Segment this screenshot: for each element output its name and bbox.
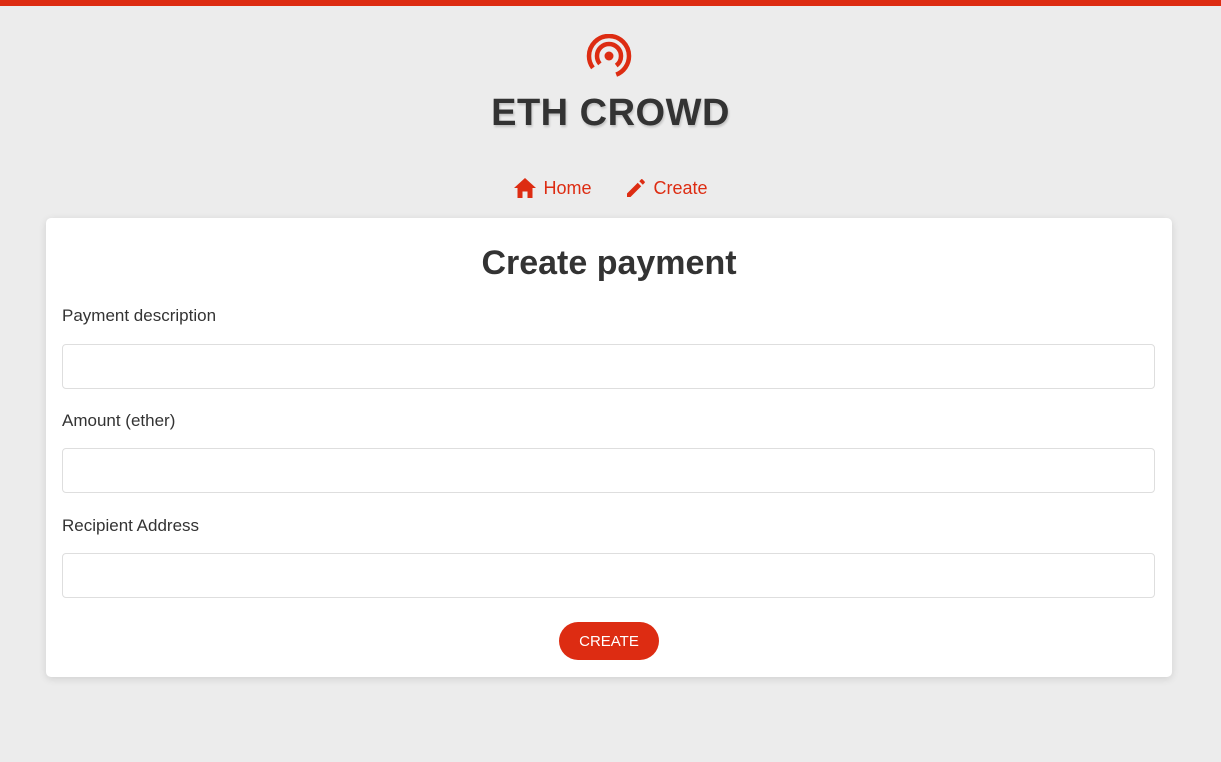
top-accent-bar xyxy=(0,0,1221,6)
nav-item-label: Home xyxy=(543,177,592,198)
amount-input[interactable] xyxy=(62,448,1155,493)
broadcast-signal-icon xyxy=(586,34,632,79)
page-title: Create payment xyxy=(481,244,737,282)
recipient-address-input[interactable] xyxy=(62,553,1155,598)
amount-label: Amount (ether) xyxy=(62,411,176,430)
app-title: ETH CROWD xyxy=(491,92,730,134)
nav-item-create[interactable]: Create xyxy=(625,174,708,202)
pencil-icon xyxy=(627,179,646,197)
create-button[interactable]: CREATE xyxy=(559,622,659,660)
home-icon xyxy=(514,178,537,198)
nav-item-label: Create xyxy=(653,177,708,198)
recipient-address-label: Recipient Address xyxy=(62,516,200,535)
nav-item-home[interactable]: Home xyxy=(513,174,591,202)
create-payment-card: Create payment Payment description Amoun… xyxy=(46,218,1172,677)
main-nav: Home Create xyxy=(0,174,1221,202)
payment-description-input[interactable] xyxy=(62,344,1155,389)
payment-description-label: Payment description xyxy=(62,306,217,325)
